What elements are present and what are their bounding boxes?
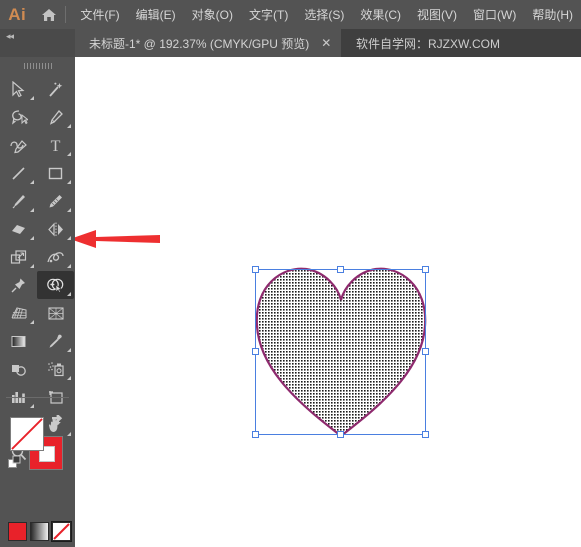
scale-tool[interactable] bbox=[0, 243, 37, 271]
home-icon[interactable] bbox=[34, 0, 63, 29]
mesh-tool[interactable] bbox=[37, 299, 74, 327]
magic-wand-tool[interactable] bbox=[37, 75, 74, 103]
menu-select[interactable]: 选择(S) bbox=[296, 2, 352, 27]
selection-handle-bottom-right[interactable] bbox=[422, 431, 429, 438]
symbol-sprayer-tool[interactable] bbox=[37, 355, 74, 383]
rotate-reflect-tool[interactable] bbox=[37, 215, 74, 243]
illustrator-window: Ai 文件(F) 编辑(E) 对象(O) 文字(T) 选择(S) 效果(C) 视… bbox=[0, 0, 581, 547]
tool-corner-marker bbox=[30, 180, 34, 184]
menu-divider bbox=[65, 6, 67, 23]
menu-bar: Ai 文件(F) 编辑(E) 对象(O) 文字(T) 选择(S) 效果(C) 视… bbox=[0, 0, 581, 29]
selection-handle-middle-left[interactable] bbox=[252, 348, 259, 355]
menu-edit[interactable]: 编辑(E) bbox=[128, 2, 184, 27]
tool-corner-marker bbox=[67, 292, 71, 296]
line-segment-tool[interactable] bbox=[0, 159, 37, 187]
type-tool[interactable]: T bbox=[37, 131, 74, 159]
tool-corner-marker bbox=[67, 348, 71, 352]
tools-panel: T bbox=[0, 57, 75, 547]
tool-corner-marker bbox=[30, 96, 34, 100]
tool-corner-marker bbox=[67, 208, 71, 212]
menu-window[interactable]: 窗口(W) bbox=[465, 2, 524, 27]
tool-corner-marker bbox=[30, 236, 34, 240]
panel-collapse-button[interactable]: ◂◂ bbox=[0, 29, 75, 57]
selection-handle-middle-right[interactable] bbox=[422, 348, 429, 355]
tool-corner-marker bbox=[30, 208, 34, 212]
color-mode-row bbox=[8, 521, 72, 542]
ai-logo: Ai bbox=[8, 4, 27, 24]
document-tab-title: 未标题-1* @ 192.37% (CMYK/GPU 预览) bbox=[89, 36, 310, 51]
document-tab[interactable]: 未标题-1* @ 192.37% (CMYK/GPU 预览) ✕ bbox=[75, 29, 342, 57]
menu-view[interactable]: 视图(V) bbox=[409, 2, 465, 27]
fill-stroke-controls bbox=[0, 404, 75, 494]
red-arrow-annotation bbox=[60, 222, 160, 256]
menu-file[interactable]: 文件(F) bbox=[72, 2, 127, 27]
tool-corner-marker bbox=[67, 124, 71, 128]
pen-tool[interactable] bbox=[37, 103, 74, 131]
tool-corner-marker bbox=[67, 180, 71, 184]
perspective-grid-tool[interactable] bbox=[0, 299, 37, 327]
shape-builder-tool[interactable] bbox=[37, 271, 74, 299]
none-slash-icon bbox=[11, 418, 43, 450]
document-tab-bar: ◂◂ 未标题-1* @ 192.37% (CMYK/GPU 预览) ✕ 软件自学… bbox=[0, 29, 581, 57]
menu-effect[interactable]: 效果(C) bbox=[352, 2, 409, 27]
tool-corner-marker bbox=[67, 376, 71, 380]
width-warp-tool[interactable] bbox=[37, 243, 74, 271]
menu-help[interactable]: 帮助(H) bbox=[524, 2, 581, 27]
eyedropper-tool[interactable] bbox=[37, 327, 74, 355]
blend-tool[interactable] bbox=[0, 355, 37, 383]
selection-handle-bottom-left[interactable] bbox=[252, 431, 259, 438]
paintbrush-tool[interactable] bbox=[0, 187, 37, 215]
none-slash-icon bbox=[53, 523, 70, 540]
gradient-swatch[interactable] bbox=[30, 522, 49, 541]
watermark-text: 软件自学网：RJZXW.COM bbox=[356, 36, 500, 51]
default-fill-stroke-icon[interactable] bbox=[8, 455, 22, 469]
menu-object[interactable]: 对象(O) bbox=[184, 2, 241, 27]
tool-corner-marker bbox=[30, 264, 34, 268]
shaper-pencil-tool[interactable] bbox=[37, 187, 74, 215]
canvas-area[interactable] bbox=[75, 57, 581, 547]
selection-handle-top-right[interactable] bbox=[422, 266, 429, 273]
grip-dots-icon bbox=[23, 62, 52, 69]
svg-text:T: T bbox=[51, 138, 61, 154]
selection-handle-bottom-center[interactable] bbox=[337, 431, 344, 438]
selection-tool[interactable] bbox=[0, 75, 37, 103]
tool-corner-marker bbox=[67, 152, 71, 156]
tool-corner-marker bbox=[67, 264, 71, 268]
selection-handle-top-left[interactable] bbox=[252, 266, 259, 273]
toolbar-drag-handle[interactable] bbox=[0, 57, 75, 74]
none-swatch[interactable] bbox=[51, 521, 72, 542]
lasso-tool[interactable] bbox=[0, 103, 37, 131]
eraser-tool[interactable] bbox=[0, 215, 37, 243]
selection-bounding-box[interactable] bbox=[252, 266, 429, 438]
menu-type[interactable]: 文字(T) bbox=[241, 2, 296, 27]
tool-corner-marker bbox=[67, 236, 71, 240]
chevron-left-double-icon: ◂◂ bbox=[6, 31, 14, 41]
menu-list: 文件(F) 编辑(E) 对象(O) 文字(T) 选择(S) 效果(C) 视图(V… bbox=[72, 2, 581, 27]
color-swatch-solid[interactable] bbox=[8, 522, 27, 541]
free-transform-tool[interactable] bbox=[0, 271, 37, 299]
toolbar-divider-top bbox=[6, 397, 69, 398]
selection-handle-top-center[interactable] bbox=[337, 266, 344, 273]
fill-swatch[interactable] bbox=[10, 417, 44, 451]
tool-corner-marker bbox=[30, 320, 34, 324]
curvature-tool[interactable] bbox=[0, 131, 37, 159]
gradient-tool[interactable] bbox=[0, 327, 37, 355]
close-icon[interactable]: ✕ bbox=[321, 37, 331, 49]
swap-fill-stroke-icon[interactable] bbox=[50, 412, 64, 426]
rectangle-tool[interactable] bbox=[37, 159, 74, 187]
